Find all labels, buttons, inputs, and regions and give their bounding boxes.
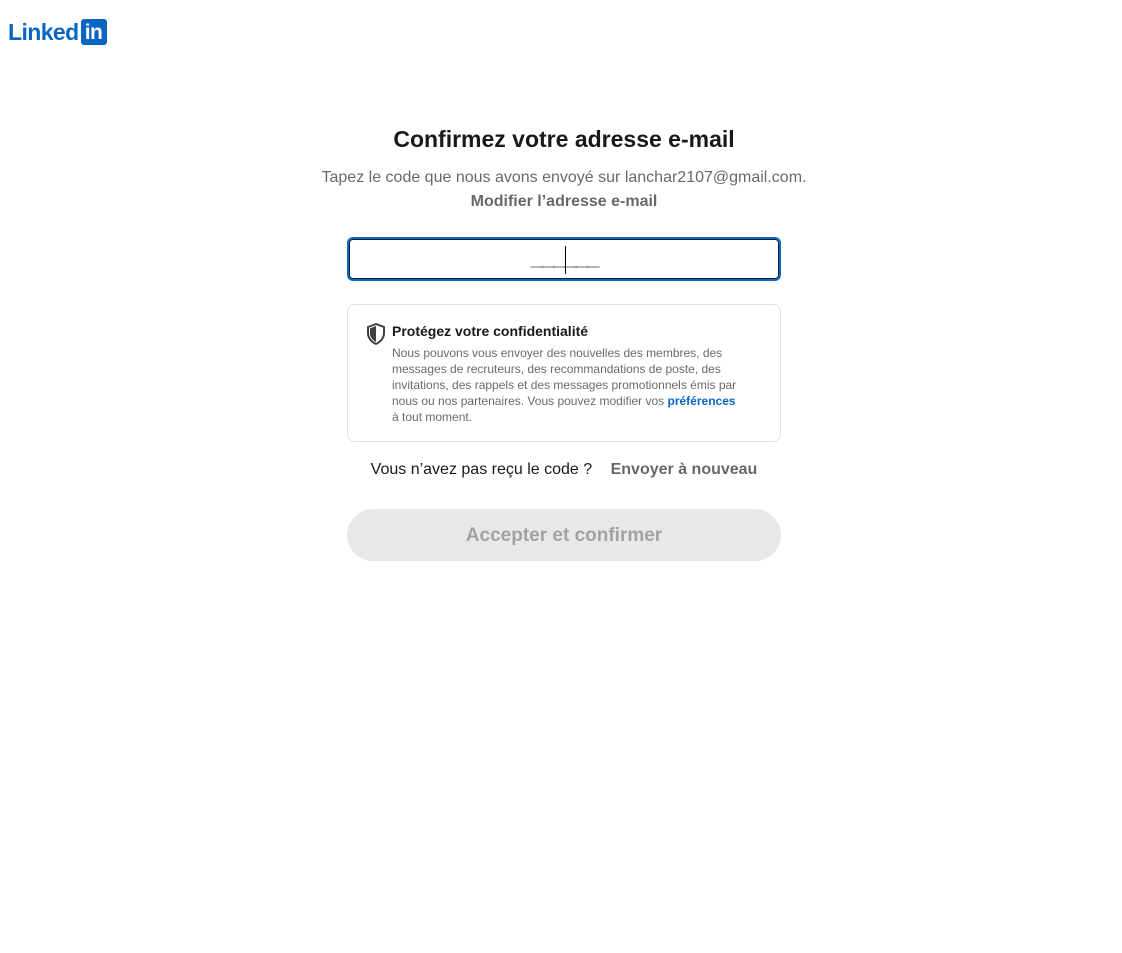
privacy-body-tail: à tout moment. — [392, 410, 473, 424]
verification-code-input[interactable]: ______ — [347, 237, 781, 281]
code-placeholder: ______ — [530, 247, 599, 272]
text-caret — [565, 246, 566, 274]
logo-in-box: in — [80, 19, 107, 45]
logo-wordmark: Linked — [8, 19, 79, 45]
resend-question: Vous n’avez pas reçu le code ? — [370, 461, 593, 478]
edit-email-link[interactable]: Modifier l’adresse e-mail — [347, 190, 781, 214]
shield-icon — [367, 323, 385, 345]
privacy-title: Protégez votre confidentialité — [392, 323, 589, 339]
verify-form: Confirmez votre adresse e-mail Tapez le … — [322, 122, 806, 561]
email-address: lanchar2107@gmail.com — [624, 169, 803, 186]
verify-email-page: Linked in Confirmez votre adresse e-mail… — [0, 0, 1122, 953]
preferences-link[interactable]: préférences — [668, 394, 736, 408]
privacy-notice: Protégez votre confidentialité Nous pouv… — [347, 304, 781, 442]
instructions-prefix: Tapez le code que nous avons envoyé sur — [321, 169, 625, 186]
privacy-body: Nous pouvons vous envoyer des nouvelles … — [392, 345, 764, 425]
instructions-suffix: . — [802, 169, 807, 186]
linkedin-logo[interactable]: Linked in — [8, 19, 107, 45]
page-title: Confirmez votre adresse e-mail — [393, 126, 735, 152]
instructions-text: Tapez le code que nous avons envoyé sur … — [307, 166, 821, 190]
accept-confirm-button[interactable]: Accepter et confirmer — [347, 509, 781, 561]
resend-row: Vous n’avez pas reçu le code ? Envoyer à… — [347, 458, 781, 482]
resend-link[interactable]: Envoyer à nouveau — [611, 461, 758, 478]
